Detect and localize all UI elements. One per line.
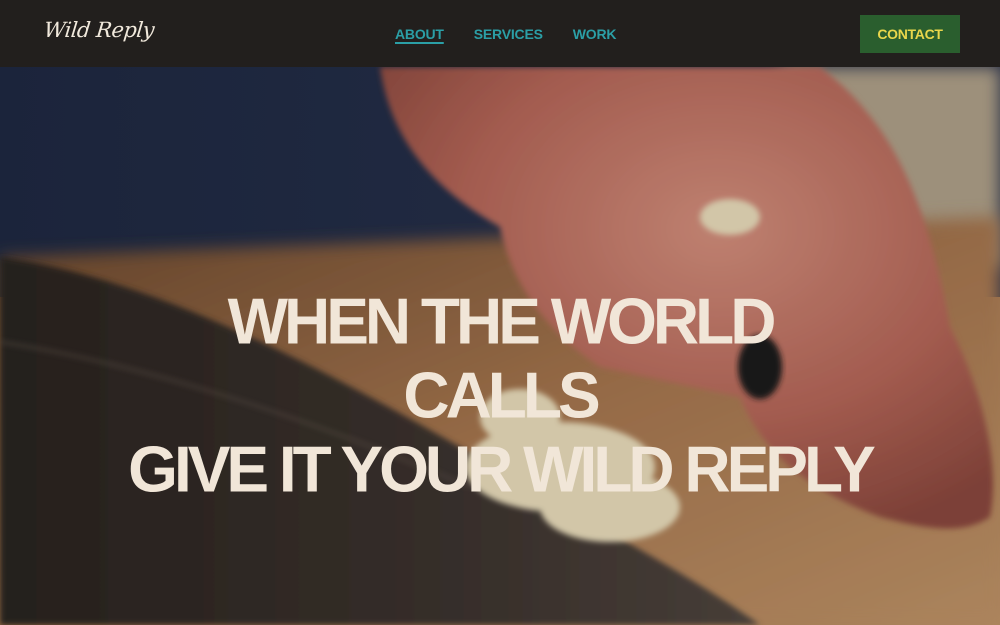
contact-button[interactable]: CONTACT bbox=[860, 15, 960, 53]
hero-headline: WHEN THE WORLD CALLS GIVE IT YOUR WILD R… bbox=[0, 284, 1000, 506]
nav-link-work[interactable]: WORK bbox=[573, 26, 617, 42]
nav-link-services[interactable]: SERVICES bbox=[474, 26, 543, 42]
headline-line-1: WHEN THE WORLD bbox=[227, 284, 777, 358]
nav-link-about[interactable]: ABOUT bbox=[395, 26, 444, 42]
top-nav: Wild Reply ABOUT SERVICES WORK CONTACT bbox=[0, 0, 1000, 67]
wild-reply-logo[interactable]: Wild Reply bbox=[43, 18, 156, 42]
headline-line-3: GIVE IT YOUR WILD REPLY bbox=[128, 432, 876, 506]
nav-links: ABOUT SERVICES WORK bbox=[395, 26, 616, 42]
headline-line-2: CALLS bbox=[403, 358, 600, 432]
